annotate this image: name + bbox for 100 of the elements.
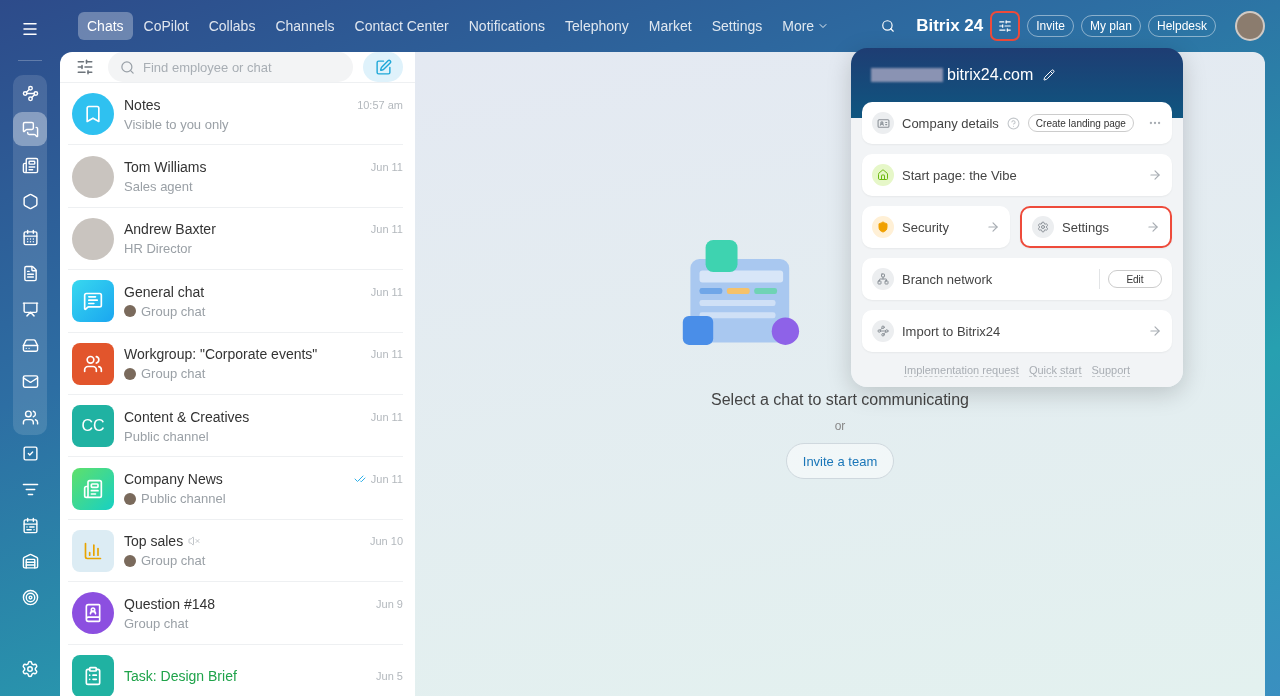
chat-time: Jun 11 bbox=[370, 161, 403, 174]
chat-title: Company News bbox=[124, 471, 223, 488]
chat-time: Jun 11 bbox=[370, 473, 403, 486]
blurred-text bbox=[871, 68, 943, 82]
chat-time: Jun 11 bbox=[370, 410, 403, 423]
chat-row[interactable]: Workgroup: "Corporate events" Jun 11 Group chat bbox=[60, 332, 415, 395]
chat-title: Question #148 bbox=[124, 595, 216, 612]
nav-tab[interactable]: Collabs bbox=[199, 12, 265, 40]
photo-placeholder bbox=[72, 155, 114, 198]
chat-time: Jun 9 bbox=[376, 597, 403, 610]
chat-row[interactable]: General chat Jun 11 Group chat bbox=[60, 270, 415, 333]
menu-icon bbox=[21, 20, 39, 38]
chat-row[interactable]: Top sales Jun 10 Group chat bbox=[60, 519, 415, 583]
presentation-icon bbox=[21, 300, 39, 318]
chat-title: Top sales bbox=[124, 533, 184, 550]
compose-button[interactable] bbox=[363, 52, 403, 82]
chat-subtitle: Visible to you only bbox=[124, 116, 229, 132]
nodes-icon bbox=[21, 84, 39, 102]
chat-subtitle: Public channel bbox=[124, 428, 209, 444]
chat-time: Jun 11 bbox=[370, 285, 403, 298]
nav-tab[interactable]: Notifications bbox=[459, 12, 554, 40]
chat-row[interactable]: Andrew Baxter Jun 11 HR Director bbox=[60, 207, 415, 271]
checkbox-icon bbox=[21, 444, 39, 462]
bar-chart-icon bbox=[72, 529, 114, 572]
house-icon bbox=[872, 164, 894, 186]
more-menu[interactable]: More bbox=[773, 12, 839, 40]
arrow-icon bbox=[1146, 220, 1160, 234]
pencil-icon[interactable] bbox=[1043, 69, 1056, 81]
warehouse-icon bbox=[21, 552, 39, 570]
chat-subtitle: Sales agent bbox=[124, 179, 193, 195]
chat-row[interactable]: Question #148 Jun 9 Group chat bbox=[60, 582, 415, 645]
bookmark-icon bbox=[72, 93, 114, 136]
chat-title: Workgroup: "Corporate events" bbox=[124, 346, 318, 363]
envelope-icon bbox=[21, 372, 39, 390]
people-icon bbox=[72, 342, 114, 385]
newspaper-icon bbox=[21, 156, 39, 174]
newspaper-icon bbox=[72, 467, 114, 510]
gear-icon bbox=[1032, 216, 1054, 238]
company-details-card[interactable]: Company details Create landing page bbox=[862, 102, 1172, 144]
chat-row[interactable]: Tom Williams Jun 11 Sales agent bbox=[60, 145, 415, 208]
shield-icon bbox=[872, 216, 894, 238]
sliders-button[interactable] bbox=[990, 11, 1021, 41]
people-icon bbox=[21, 408, 39, 426]
logo: Bitrix 24 bbox=[916, 16, 984, 36]
chat-subtitle: Group chat bbox=[124, 615, 189, 631]
link-card[interactable]: Settings bbox=[1020, 206, 1172, 248]
hexagon-icon bbox=[21, 192, 39, 210]
chat-bubbles-icon bbox=[21, 120, 39, 138]
initials-avatar: CC bbox=[72, 405, 114, 448]
search-field[interactable]: Find employee or chat bbox=[108, 52, 353, 82]
nav-tab[interactable]: Contact Center bbox=[345, 12, 458, 40]
arrow-icon bbox=[986, 220, 1000, 234]
link-card[interactable]: Start page: the Vibe bbox=[862, 154, 1172, 196]
nav-tab[interactable]: Telephony bbox=[556, 12, 638, 40]
nav-tab[interactable]: Chats bbox=[78, 12, 133, 40]
filter-icon[interactable] bbox=[76, 58, 94, 76]
user-avatar[interactable] bbox=[1235, 11, 1265, 41]
nav-tab[interactable]: Channels bbox=[266, 12, 344, 40]
branch-network-card[interactable]: Branch network Edit bbox=[862, 258, 1172, 300]
settings-icon bbox=[21, 660, 39, 678]
portal-domain: bitrix24.com bbox=[947, 66, 1034, 84]
link-card[interactable]: Import to Bitrix24 bbox=[862, 310, 1172, 352]
chat-time: Jun 11 bbox=[370, 348, 403, 361]
nav-tab[interactable]: CoPilot bbox=[134, 12, 198, 40]
chat-title: Tom Williams bbox=[124, 159, 207, 176]
network-icon bbox=[872, 268, 894, 290]
invite-team-button[interactable]: Invite a team bbox=[785, 443, 895, 479]
or-label: or bbox=[834, 419, 846, 433]
chat-title: Notes bbox=[124, 96, 161, 113]
chat-row[interactable]: Company News Jun 11 Public channel bbox=[60, 457, 415, 520]
pen-square-icon bbox=[374, 58, 392, 76]
target-icon bbox=[21, 588, 39, 606]
chat-subtitle: Group chat bbox=[141, 303, 206, 319]
card-label: Start page: the Vibe bbox=[902, 167, 1017, 183]
nav-tab[interactable]: Settings bbox=[702, 12, 772, 40]
chat-subtitle: Group chat bbox=[141, 553, 206, 569]
rail-nav-button[interactable] bbox=[13, 112, 47, 146]
calendar-icon bbox=[21, 228, 39, 246]
chat-time: Jun 10 bbox=[369, 535, 403, 548]
search-icon bbox=[120, 60, 135, 75]
chat-row[interactable]: Notes 10:57 am Visible to you only bbox=[60, 83, 415, 146]
calendar-list-icon bbox=[21, 516, 39, 534]
chat-time: Jun 11 bbox=[370, 223, 403, 236]
chat-title: Content & Creatives bbox=[124, 408, 250, 425]
chat-subtitle: Public channel bbox=[141, 491, 226, 507]
link-card[interactable]: Security bbox=[862, 206, 1010, 248]
document-icon bbox=[21, 264, 39, 282]
card-label: Settings bbox=[1062, 219, 1109, 235]
card-label: Branch network bbox=[902, 271, 993, 287]
chat-time: 10:57 am bbox=[357, 98, 403, 111]
chat-title: Task: Design Brief bbox=[124, 667, 237, 684]
landing-page-button[interactable]: Create landing page bbox=[1027, 114, 1134, 132]
card-label: Company details bbox=[902, 115, 999, 131]
edit-button[interactable]: Edit bbox=[1108, 270, 1162, 288]
chat-subtitle: Group chat bbox=[141, 366, 206, 382]
id-card-icon bbox=[872, 112, 894, 134]
empty-state-message: Select a chat to start communicating bbox=[711, 391, 969, 409]
chat-time: Jun 5 bbox=[376, 669, 403, 682]
nav-tab[interactable]: Market bbox=[639, 12, 701, 40]
chat-row[interactable]: CC Content & Creatives Jun 11 Public channel bbox=[60, 394, 415, 458]
